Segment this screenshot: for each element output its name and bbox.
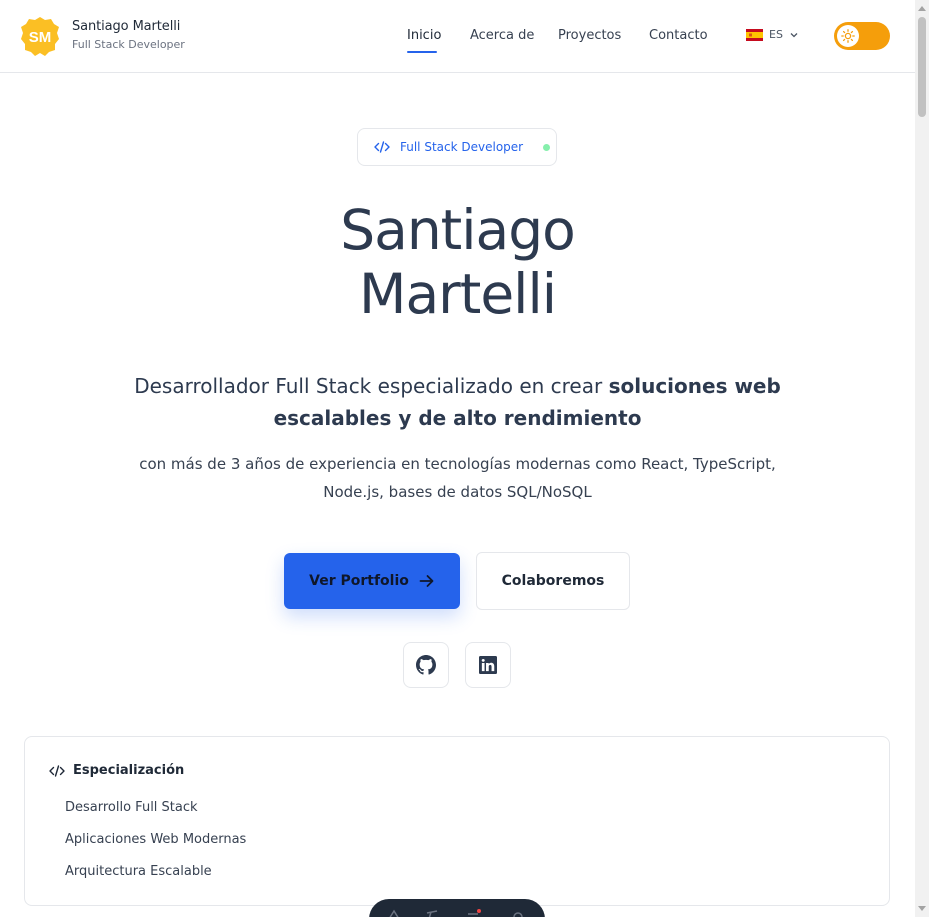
specialization-header: Especialización [49,763,184,778]
collaborate-button[interactable]: Colaboremos [476,552,630,610]
code-icon [374,141,390,153]
theme-toggle-knob [837,25,859,47]
sun-icon [841,29,855,43]
spain-flag-icon [746,28,763,41]
code-icon [49,764,65,777]
settings-icon[interactable] [511,909,525,917]
tagline-text: Desarrollador Full Stack especializado e… [134,374,609,398]
hero-tagline: Desarrollador Full Stack especializado e… [120,370,795,434]
site-header: SM Santiago Martelli Full Stack Develope… [0,0,915,73]
view-portfolio-label: Ver Portfolio [309,573,409,589]
scroll-down-arrow-icon[interactable] [918,906,926,911]
list-item: Aplicaciones Web Modernas [65,832,247,847]
floating-toolbar[interactable] [369,899,545,917]
hero-name-first: Santiago [340,198,576,262]
scroll-up-arrow-icon[interactable] [918,6,926,11]
specialization-title: Especialización [73,763,185,778]
nav-item-acerca-de[interactable]: Acerca de [470,28,534,43]
toolbar-icon[interactable] [425,909,439,917]
linkedin-link[interactable] [465,642,511,688]
theme-toggle[interactable] [834,22,890,50]
specialization-card: Especialización Desarrollo Full Stack Ap… [24,736,890,906]
github-icon [416,655,436,675]
nav-item-contacto[interactable]: Contacto [649,28,708,43]
language-code: ES [769,28,783,41]
github-link[interactable] [403,642,449,688]
logo-avatar[interactable]: SM [20,16,60,56]
badge-label: Full Stack Developer [400,140,524,154]
linkedin-icon [479,656,497,674]
status-dot [543,143,551,151]
page-scrollbar[interactable] [915,0,929,917]
list-item: Arquitectura Escalable [65,864,212,879]
nav-active-indicator [407,51,437,53]
brand-role: Full Stack Developer [72,38,185,51]
nav-item-proyectos[interactable]: Proyectos [558,28,621,43]
brand[interactable]: Santiago Martelli Full Stack Developer [72,19,185,51]
toolbar-icon[interactable] [467,909,481,917]
collaborate-label: Colaboremos [501,573,605,589]
chevron-down-icon [790,32,798,37]
view-portfolio-button[interactable]: Ver Portfolio [284,553,460,609]
nav-item-inicio[interactable]: Inicio [407,28,441,43]
hero-name-last: Martelli [358,262,557,326]
language-selector[interactable]: ES [746,28,799,41]
arrow-right-icon [419,575,434,587]
toolbar-icon[interactable] [387,909,401,917]
role-badge: Full Stack Developer [357,128,557,166]
brand-name: Santiago Martelli [72,19,181,34]
hero-subline: con más de 3 años de experiencia en tecn… [139,455,776,501]
scrollbar-thumb[interactable] [918,17,926,117]
list-item: Desarrollo Full Stack [65,800,198,815]
logo-initials: SM [29,29,52,46]
